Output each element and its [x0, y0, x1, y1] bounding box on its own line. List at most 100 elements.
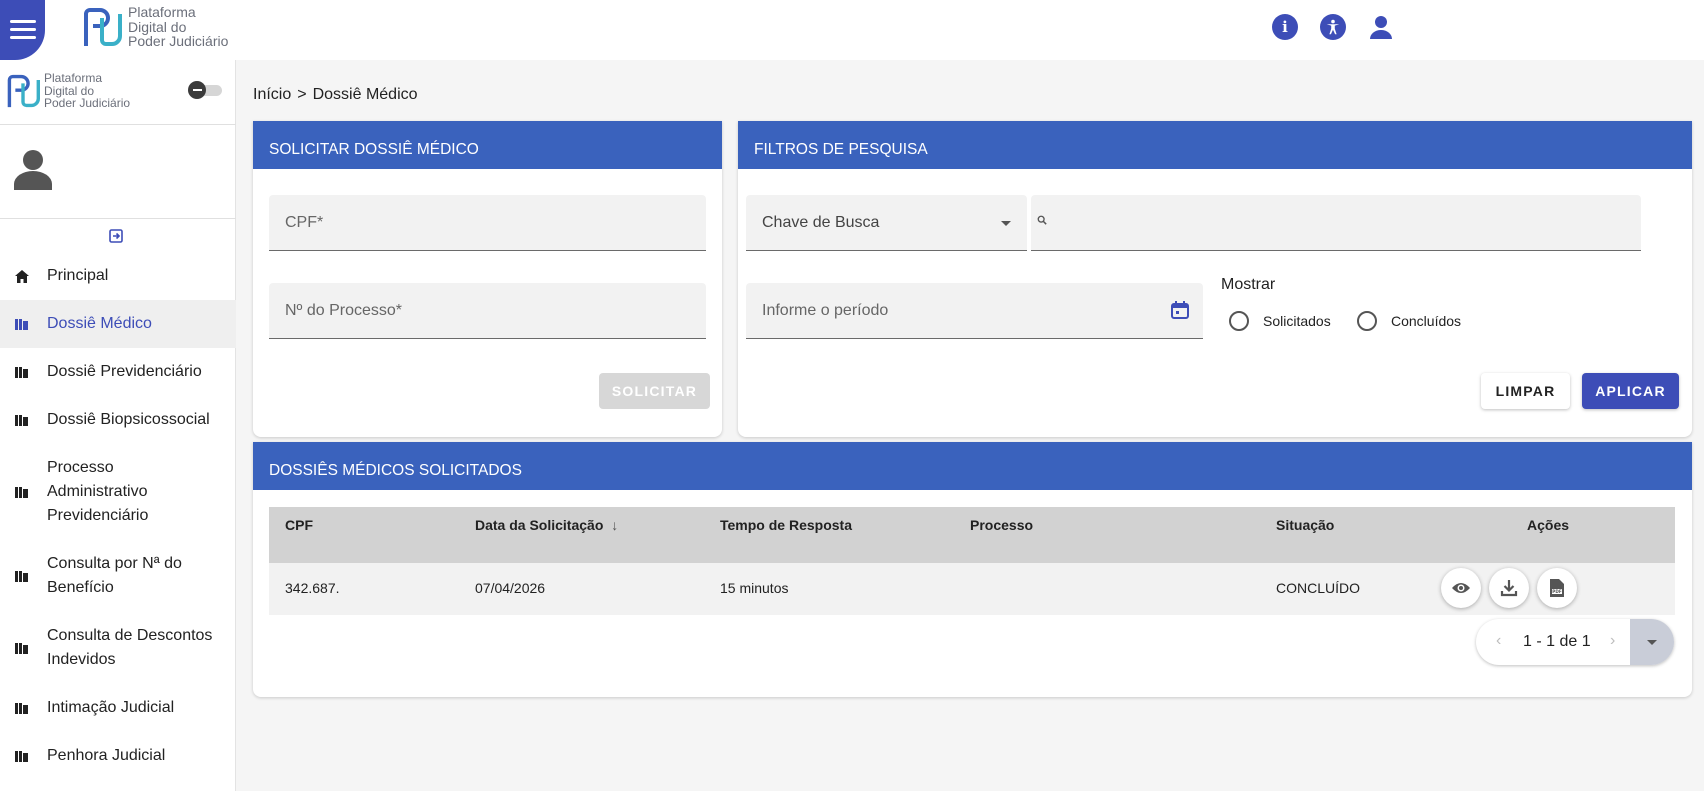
breadcrumb-current: Dossiê Médico	[312, 86, 418, 103]
sidebar-nav: Principal Dossiê Médico Dossiê Previdenc…	[0, 252, 236, 780]
cell-situacao: CONCLUÍDO	[1276, 580, 1361, 596]
download-button[interactable]	[1489, 568, 1529, 608]
next-page-button[interactable]: ›	[1610, 632, 1615, 650]
library-icon	[15, 570, 29, 582]
pagination: ‹ 1 - 1 de 1 ›	[1476, 619, 1674, 665]
radio-circle	[1229, 311, 1249, 331]
user-icon[interactable]	[1368, 14, 1394, 40]
column-header-data[interactable]: Data da Solicitação ↓	[475, 517, 618, 533]
pdf-button[interactable]: PDF	[1537, 568, 1577, 608]
card-title: FILTROS DE PESQUISA	[738, 121, 1692, 169]
cell-cpf: 342.687.	[285, 580, 340, 596]
sidebar-item-label: Consulta de Descontos	[47, 627, 213, 644]
hamburger-icon	[9, 20, 36, 40]
aplicar-button[interactable]: APLICAR	[1582, 373, 1679, 409]
solicitar-card: SOLICITAR DOSSIÊ MÉDICO CPF* Nº do Proce…	[253, 121, 722, 437]
divider	[0, 124, 236, 125]
sidebar-item-label: Consulta por Nª do	[47, 555, 182, 572]
library-icon	[15, 642, 29, 654]
page-size-dropdown[interactable]	[1630, 619, 1674, 665]
library-icon	[15, 486, 29, 498]
chave-label: Chave de Busca	[762, 214, 880, 231]
accessibility-icon[interactable]	[1320, 14, 1346, 40]
sidebar-item-label: Indevidos	[47, 651, 116, 668]
divider	[0, 218, 236, 219]
minus-icon	[188, 81, 206, 99]
logo-line: Plataforma	[128, 4, 196, 20]
top-logo: Plataforma Digital do Poder Judiciário	[82, 5, 228, 49]
limpar-button[interactable]: LIMPAR	[1481, 373, 1570, 409]
radio-solicitados[interactable]: Solicitados	[1229, 311, 1331, 331]
logo-line: Digital do	[128, 18, 187, 35]
download-icon	[1500, 580, 1518, 597]
calendar-icon[interactable]	[1171, 301, 1189, 319]
logo-line: Poder Judiciário	[128, 33, 229, 50]
sidebar-item-processo-administrativo[interactable]: Processo Administrativo Previdenciário	[0, 444, 236, 540]
library-icon	[15, 702, 29, 714]
table-row: 342.687. 07/04/2026 15 minutos CONCLUÍDO…	[269, 563, 1675, 615]
mostrar-label: Mostrar	[1221, 276, 1276, 293]
card-title: DOSSIÊS MÉDICOS SOLICITADOS	[253, 442, 1692, 490]
sidebar-item-label: Previdenciário	[47, 507, 149, 524]
logo-line: Poder Judiciário	[44, 96, 131, 111]
theme-toggle[interactable]	[186, 81, 224, 99]
pdpj-logo-icon	[7, 74, 40, 108]
search-icon	[1037, 215, 1047, 225]
column-header-cpf[interactable]: CPF	[285, 517, 313, 533]
sidebar-item-label: Administrativo	[47, 483, 148, 500]
column-header-situacao[interactable]: Situação	[1276, 517, 1334, 533]
home-icon	[15, 269, 29, 283]
sidebar-item-consulta-beneficio[interactable]: Consulta por Nª do Benefício	[0, 540, 236, 612]
column-header-processo[interactable]: Processo	[970, 517, 1033, 533]
search-input[interactable]	[1031, 195, 1641, 251]
library-icon	[15, 750, 29, 762]
logo-line: Plataforma	[44, 71, 103, 85]
column-header-label: Data da Solicitação	[475, 517, 604, 533]
breadcrumb-home[interactable]: Início	[253, 86, 291, 103]
library-icon	[15, 318, 29, 330]
sidebar-item-consulta-descontos[interactable]: Consulta de Descontos Indevidos	[0, 612, 236, 684]
cpf-placeholder: CPF*	[285, 214, 324, 231]
sidebar-item-penhora-judicial[interactable]: Penhora Judicial	[0, 732, 236, 780]
sidebar-item-label: Dossiê Previdenciário	[47, 363, 202, 380]
periodo-field[interactable]: Informe o período	[746, 283, 1203, 339]
info-icon[interactable]: i	[1272, 14, 1298, 40]
sidebar-item-dossie-biopsicossocial[interactable]: Dossiê Biopsicossocial	[0, 396, 236, 444]
processo-placeholder: Nº do Processo*	[285, 302, 403, 319]
sidebar-item-principal[interactable]: Principal	[0, 252, 236, 300]
card-title: SOLICITAR DOSSIÊ MÉDICO	[253, 121, 722, 169]
table-header: CPF Data da Solicitação ↓ Tempo de Respo…	[269, 507, 1675, 563]
sidebar-item-label: Benefício	[47, 579, 114, 596]
cpf-field[interactable]: CPF*	[269, 195, 706, 251]
solicitar-button[interactable]: SOLICITAR	[599, 373, 710, 409]
sidebar-item-label: Intimação Judicial	[47, 699, 175, 716]
column-header-acoes: Ações	[1527, 517, 1570, 533]
column-header-tempo[interactable]: Tempo de Resposta	[720, 517, 852, 533]
svg-text:PDF: PDF	[1552, 589, 1562, 594]
prev-page-button[interactable]: ‹	[1496, 632, 1501, 650]
radio-label: Solicitados	[1263, 313, 1331, 329]
sidebar-item-dossie-previdenciario[interactable]: Dossiê Previdenciário	[0, 348, 236, 396]
sidebar-item-label: Processo	[47, 459, 114, 476]
radio-concluidos[interactable]: Concluídos	[1357, 311, 1461, 331]
results-table: CPF Data da Solicitação ↓ Tempo de Respo…	[269, 507, 1675, 615]
breadcrumb-separator: >	[297, 86, 307, 103]
pdpj-logo-icon	[84, 8, 122, 47]
radio-circle	[1357, 311, 1377, 331]
sidebar: Plataforma Digital do Poder Judiciário P…	[0, 60, 236, 791]
filtros-card: FILTROS DE PESQUISA Chave de Busca Infor…	[738, 121, 1692, 437]
sidebar-item-label: Penhora Judicial	[47, 747, 166, 764]
cell-data: 07/04/2026	[475, 580, 546, 596]
sidebar-item-label: Principal	[47, 267, 109, 284]
processo-field[interactable]: Nº do Processo*	[269, 283, 706, 339]
eye-icon	[1452, 583, 1470, 593]
menu-button[interactable]	[0, 0, 45, 60]
page-range: 1 - 1 de 1	[1523, 633, 1591, 650]
cell-tempo: 15 minutos	[720, 580, 789, 596]
sidebar-item-dossie-medico[interactable]: Dossiê Médico	[0, 300, 236, 348]
sidebar-item-label: Dossiê Médico	[47, 315, 152, 332]
chave-select[interactable]: Chave de Busca	[746, 195, 1027, 251]
view-button[interactable]	[1441, 568, 1481, 608]
collapse-sidebar-icon[interactable]	[108, 228, 124, 244]
sidebar-item-intimacao-judicial[interactable]: Intimação Judicial	[0, 684, 236, 732]
